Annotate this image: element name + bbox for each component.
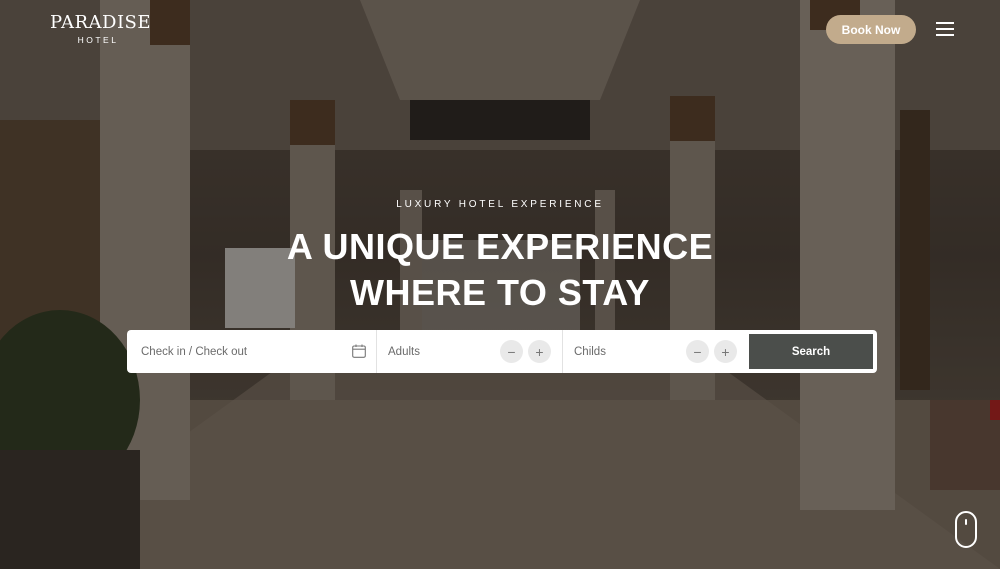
childs-minus-button[interactable]: − — [686, 340, 709, 363]
calendar-icon[interactable] — [352, 344, 366, 358]
hero-headline: A UNIQUE EXPERIENCE WHERE TO STAY — [0, 224, 1000, 316]
hero-eyebrow: LUXURY HOTEL EXPERIENCE — [396, 199, 604, 210]
check-in-out-field[interactable]: Check in / Check out — [127, 330, 377, 373]
headline-line-2: WHERE TO STAY — [350, 272, 650, 313]
logo-wordmark: PARADISE — [50, 12, 152, 33]
adults-field: Adults − + — [377, 330, 563, 373]
childs-label: Childs — [574, 345, 606, 358]
hotel-logo[interactable]: PARADISE HOTEL — [50, 12, 152, 46]
book-now-button[interactable]: Book Now — [826, 15, 916, 44]
childs-field: Childs − + — [563, 330, 748, 373]
date-placeholder: Check in / Check out — [141, 345, 248, 358]
adults-label: Adults — [388, 345, 420, 358]
logo-subtitle: HOTEL — [77, 35, 119, 45]
hamburger-menu-icon[interactable] — [936, 22, 954, 36]
adults-plus-button[interactable]: + — [528, 340, 551, 363]
adults-minus-button[interactable]: − — [500, 340, 523, 363]
search-button[interactable]: Search — [749, 334, 873, 369]
headline-line-1: A UNIQUE EXPERIENCE — [286, 226, 714, 267]
childs-plus-button[interactable]: + — [714, 340, 737, 363]
mouse-scroll-icon[interactable] — [955, 511, 977, 548]
